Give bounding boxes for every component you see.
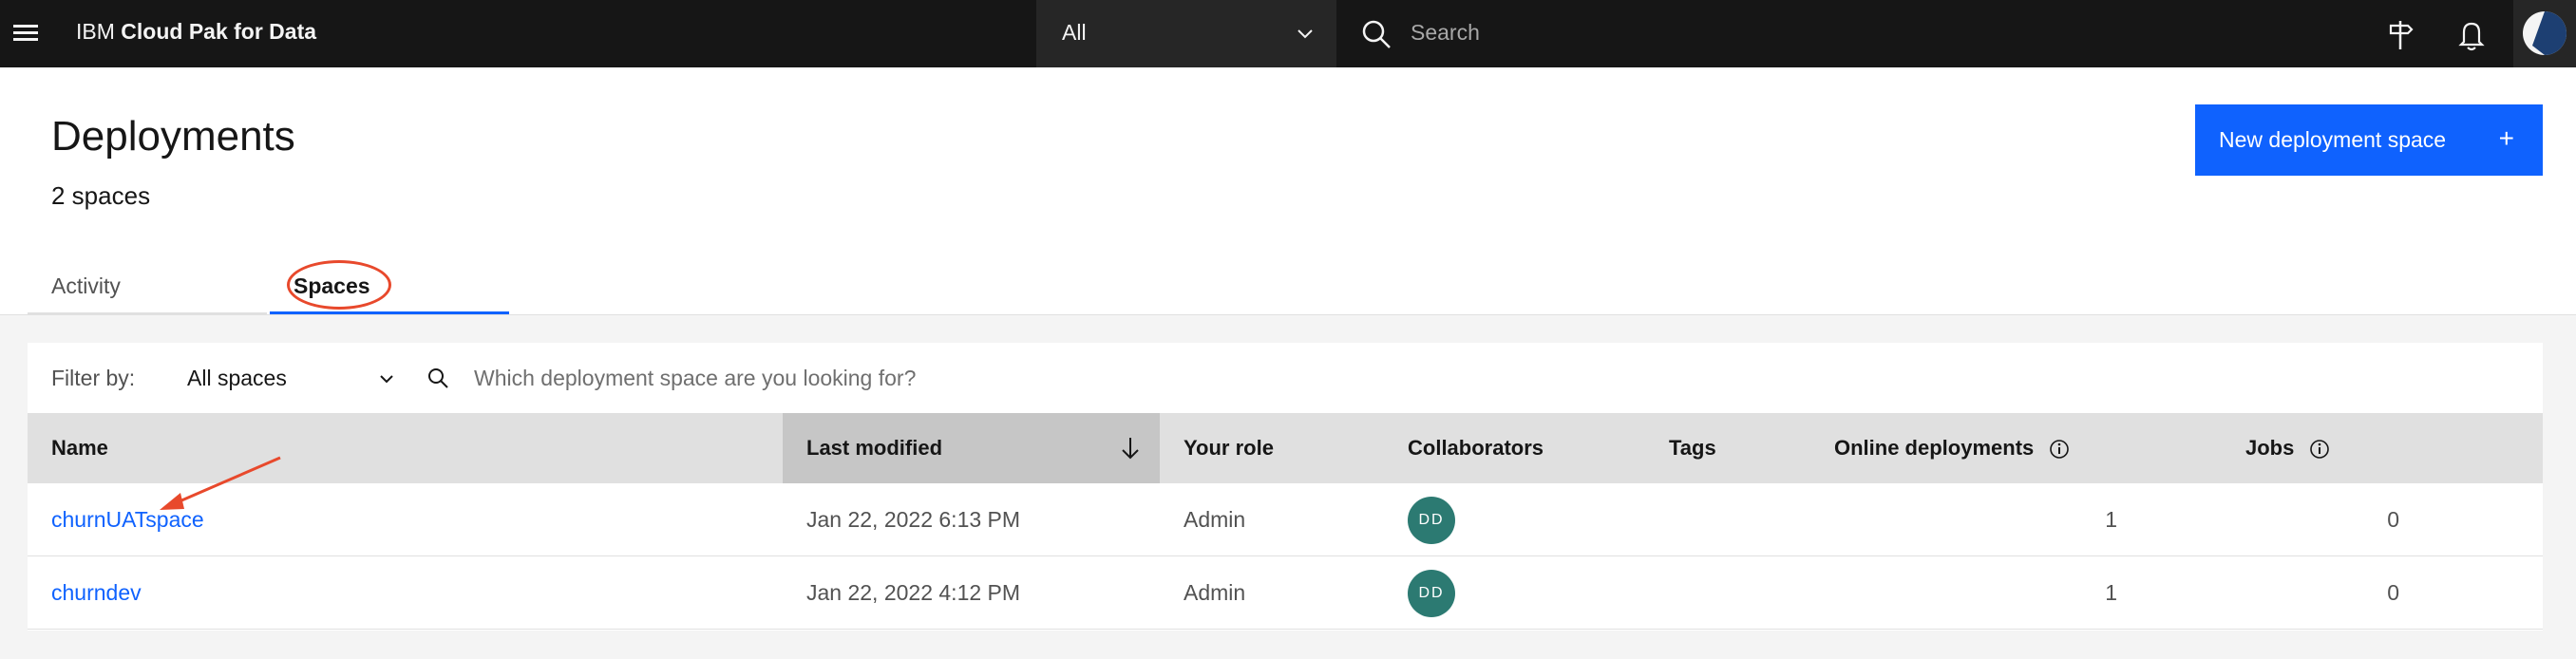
- new-deployment-space-label: New deployment space: [2219, 127, 2447, 152]
- info-icon[interactable]: [2309, 439, 2330, 460]
- column-header-name[interactable]: Name: [51, 413, 108, 483]
- user-avatar[interactable]: [2513, 0, 2576, 67]
- global-search-placeholder: Search: [1411, 20, 1480, 45]
- online-deployments-label: Online deployments: [1834, 436, 2035, 460]
- spaces-table-panel: Filter by: All spaces Which deployment s…: [28, 343, 2543, 631]
- space-name-link[interactable]: churndev: [51, 556, 142, 629]
- online-deployments-cell: 1: [2105, 580, 2117, 605]
- page-title: Deployments: [51, 113, 295, 160]
- tab-activity-label: Activity: [51, 273, 121, 298]
- role-cell: Admin: [1184, 507, 1246, 532]
- column-header-jobs[interactable]: Jobs: [2245, 413, 2330, 483]
- spaces-count: 2 spaces: [51, 181, 151, 210]
- chevron-down-icon: [380, 375, 393, 384]
- role-cell: Admin: [1184, 580, 1246, 605]
- table-row[interactable]: churndev Jan 22, 2022 4:12 PM Admin DD 1…: [28, 556, 2543, 630]
- search-icon: [428, 368, 448, 388]
- collaborator-avatar[interactable]: DD: [1408, 570, 1455, 617]
- brand-prefix: IBM: [76, 19, 115, 44]
- jobs-label: Jobs: [2245, 436, 2295, 460]
- search-scope-value: All: [1062, 20, 1087, 45]
- filter-dropdown-value: All spaces: [187, 366, 287, 390]
- search-icon: [1362, 20, 1391, 48]
- filter-label: Filter by:: [51, 366, 136, 390]
- table-header: Name Last modified Your role Collaborato…: [28, 413, 2543, 483]
- signpost-icon[interactable]: [2381, 15, 2419, 53]
- jobs-cell: 0: [2387, 580, 2399, 605]
- product-brand[interactable]: IBM Cloud Pak for Data: [76, 17, 316, 46]
- notification-icon[interactable]: [2453, 15, 2491, 53]
- tab-activity[interactable]: Activity: [28, 261, 267, 314]
- chevron-down-icon: [1297, 29, 1313, 39]
- annotation-arrow: [160, 456, 281, 510]
- info-icon[interactable]: [2049, 439, 2070, 460]
- filter-dropdown[interactable]: All spaces: [187, 358, 406, 398]
- brand-name: Cloud Pak for Data: [121, 19, 317, 44]
- column-header-collaborators[interactable]: Collaborators: [1408, 413, 1544, 483]
- last-modified-cell: Jan 22, 2022 6:13 PM: [806, 507, 1021, 532]
- new-deployment-space-button[interactable]: New deployment space +: [2195, 104, 2543, 176]
- column-header-last-modified[interactable]: Last modified: [806, 413, 942, 483]
- arrow-down-icon[interactable]: [1120, 436, 1141, 461]
- top-navigation-bar: IBM Cloud Pak for Data All Search: [0, 0, 2576, 67]
- jobs-cell: 0: [2387, 507, 2399, 532]
- search-scope-dropdown[interactable]: All: [1036, 0, 1336, 67]
- collaborator-avatar[interactable]: DD: [1408, 497, 1455, 544]
- avatar: [2523, 11, 2567, 55]
- column-header-online-deployments[interactable]: Online deployments: [1834, 413, 2070, 483]
- add-icon: +: [2498, 123, 2514, 153]
- spaces-search-input[interactable]: Which deployment space are you looking f…: [474, 364, 916, 392]
- column-header-your-role[interactable]: Your role: [1184, 413, 1274, 483]
- online-deployments-cell: 1: [2105, 507, 2117, 532]
- table-row[interactable]: churnUATspace Jan 22, 2022 6:13 PM Admin…: [28, 483, 2543, 556]
- column-header-tags[interactable]: Tags: [1669, 413, 1716, 483]
- annotation-ellipse: [287, 260, 391, 310]
- last-modified-cell: Jan 22, 2022 4:12 PM: [806, 580, 1021, 605]
- content-area: Filter by: All spaces Which deployment s…: [0, 314, 2576, 659]
- filter-toolbar: Filter by: All spaces Which deployment s…: [28, 343, 2543, 413]
- global-search-input[interactable]: Search: [1336, 0, 2362, 67]
- menu-icon[interactable]: [13, 19, 44, 49]
